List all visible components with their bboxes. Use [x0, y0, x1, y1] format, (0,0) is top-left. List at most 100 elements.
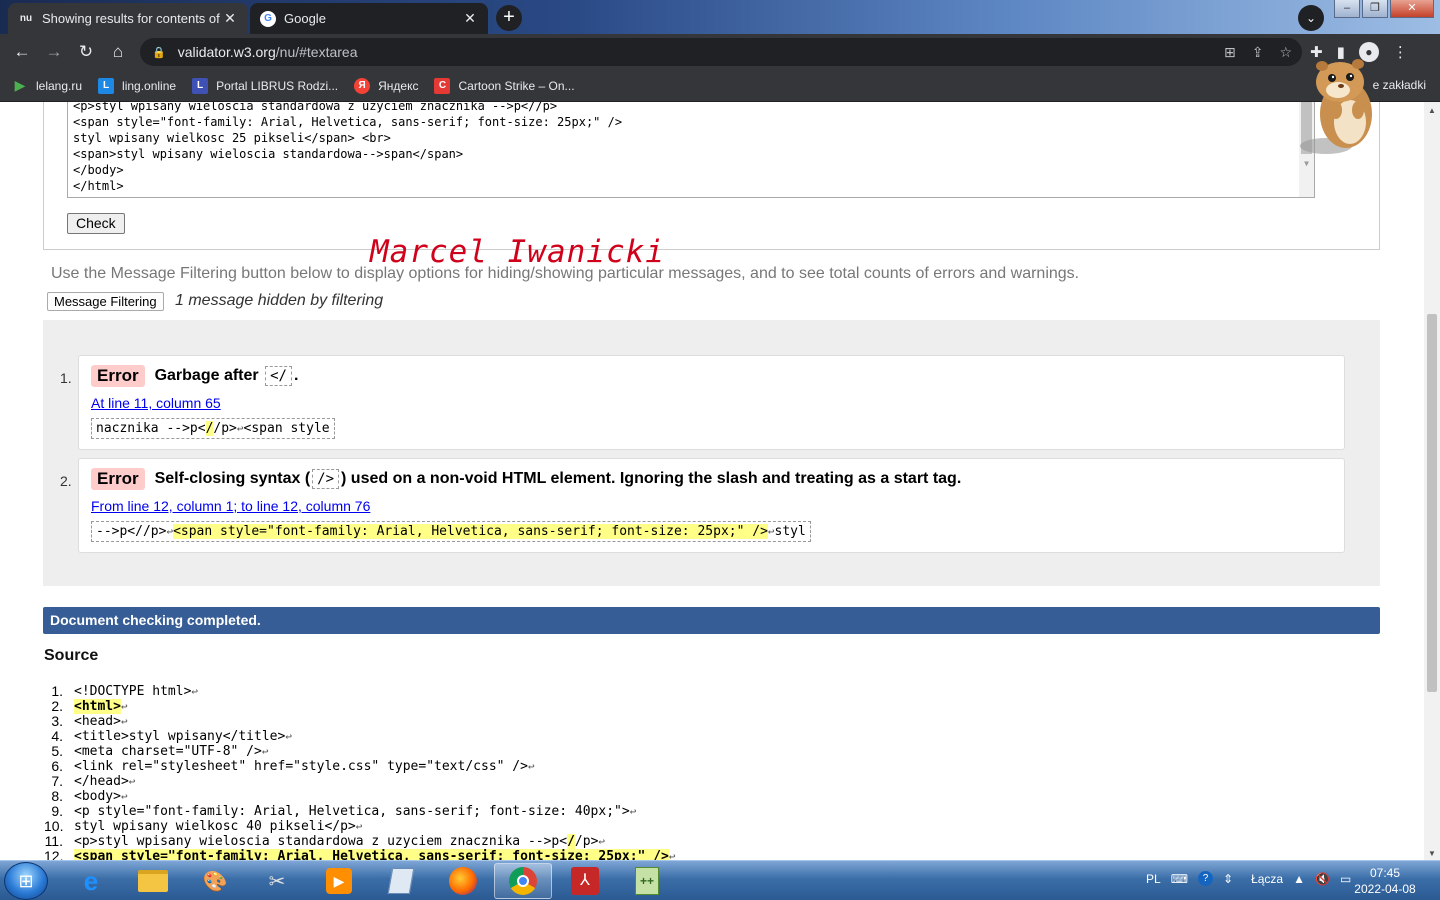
- page-scroll-thumb[interactable]: [1427, 314, 1437, 692]
- scroll-up-icon[interactable]: ▲: [1424, 106, 1440, 115]
- home-icon[interactable]: ⌂: [102, 42, 134, 62]
- close-tab-icon[interactable]: ✕: [462, 10, 478, 27]
- bookmark-star-icon[interactable]: ☆: [1279, 44, 1292, 61]
- keyboard-icon[interactable]: ⌨: [1171, 872, 1188, 886]
- bookmark-lelang[interactable]: ▶ lelang.ru: [12, 77, 82, 94]
- source-line: 4. <title>styl wpisany</title>↩: [44, 729, 675, 745]
- input-form: <p>styl wpisany wieloscia standardowa z …: [43, 102, 1380, 250]
- bookmark-ling-online[interactable]: Lling.online: [98, 77, 176, 94]
- notepad-plus-plus-icon[interactable]: ++: [618, 863, 676, 899]
- check-button[interactable]: Check: [67, 213, 125, 234]
- system-clock[interactable]: 07:45 2022-04-08: [1350, 865, 1420, 897]
- code-highlight: <html>: [74, 699, 121, 714]
- source-line-number: 2.: [51, 698, 63, 714]
- return-glyph: ↩: [668, 850, 676, 860]
- extract-post: /p>: [213, 421, 237, 436]
- maximize-button[interactable]: ❐: [1362, 0, 1388, 18]
- windows-taskbar: ⊞ e 🎨 ✂ ▶ ⅄ ++ PL ⌨ ? ⇕ Łącza ▲ 🔇 ▭ 07:4…: [0, 860, 1440, 900]
- source-line-number: 5.: [51, 743, 63, 759]
- tab-search-button[interactable]: ⌄: [1298, 5, 1324, 31]
- code-highlight: /: [567, 834, 575, 849]
- google-favicon-icon: G: [260, 10, 276, 27]
- internet-explorer-icon[interactable]: e: [62, 863, 120, 899]
- source-line: 7. </head>↩: [44, 774, 675, 790]
- new-tab-button[interactable]: +: [496, 5, 522, 31]
- forward-arrow-icon[interactable]: →: [38, 42, 70, 62]
- source-line-code: <meta charset="UTF-8" />↩: [74, 744, 268, 759]
- url-path: /nu/#textarea: [275, 44, 358, 60]
- tab-validator[interactable]: nu Showing results for contents of te ✕: [8, 3, 248, 34]
- url-text: validator.w3.org/nu/#textarea: [178, 44, 358, 60]
- clock-time: 07:45: [1369, 866, 1401, 880]
- source-textarea[interactable]: <p>styl wpisany wieloscia standardowa z …: [67, 102, 1315, 198]
- message-filtering-button[interactable]: Message Filtering: [47, 292, 164, 311]
- source-line: 11. <p>styl wpisany wieloscia standardowa…: [44, 834, 675, 849]
- address-bar[interactable]: 🔒 validator.w3.org/nu/#textarea ⊞ ⇪ ☆: [140, 38, 1302, 66]
- volume-muted-icon[interactable]: 🔇: [1315, 872, 1330, 886]
- message-code: />: [312, 469, 340, 489]
- language-indicator[interactable]: PL: [1146, 872, 1161, 886]
- source-line: 9. <p style="font-family: Arial, Helvetic…: [44, 804, 675, 820]
- source-line-code: <body>↩: [74, 789, 128, 804]
- notepad-icon[interactable]: [372, 863, 430, 899]
- paint-icon[interactable]: 🎨: [186, 863, 244, 899]
- other-bookmarks[interactable]: e zakładki: [1373, 78, 1426, 92]
- return-glyph: ↩: [261, 745, 269, 758]
- acrobat-icon[interactable]: ⅄: [556, 863, 614, 899]
- cartoon-strike-icon: C: [434, 77, 451, 94]
- source-line-number: 3.: [51, 713, 63, 729]
- tab-google[interactable]: G Google ✕: [250, 3, 488, 34]
- textarea-line: </body>: [73, 163, 124, 177]
- lock-icon: 🔒: [152, 46, 166, 59]
- media-player-icon[interactable]: ▶: [310, 863, 368, 899]
- bookmark-librus[interactable]: L Portal LIBRUS Rodzi...: [192, 77, 338, 94]
- page-scrollbar[interactable]: ▲ ▼: [1424, 102, 1440, 860]
- source-line-code: <!DOCTYPE html>↩: [74, 684, 198, 699]
- close-window-button[interactable]: ✕: [1390, 0, 1434, 18]
- help-icon[interactable]: ?: [1198, 871, 1214, 886]
- reload-icon[interactable]: ↻: [70, 42, 102, 62]
- message-text: Garbage after: [154, 367, 259, 384]
- start-button-icon[interactable]: ⊞: [4, 862, 48, 900]
- source-line-code: <p>styl wpisany wieloscia standardowa z …: [74, 834, 605, 849]
- code-text: <meta charset="UTF-8" />: [74, 744, 262, 759]
- nu-favicon-icon: nu: [19, 13, 33, 24]
- share-icon[interactable]: ⇪: [1252, 44, 1264, 61]
- textarea-line: <span>styl wpisany wieloscia standardowa…: [73, 147, 464, 161]
- hidden-message-count: 1 message hidden by filtering: [175, 292, 384, 309]
- error-message-1: 1. Error Garbage after </. At line 11, c…: [60, 355, 1345, 450]
- minimize-button[interactable]: –: [1334, 0, 1360, 18]
- source-line: 1. <!DOCTYPE html>↩: [44, 684, 675, 700]
- window-controls: – ❐ ✕: [1332, 0, 1434, 18]
- scroll-down-icon[interactable]: ▼: [1299, 156, 1314, 172]
- close-tab-icon[interactable]: ✕: [222, 10, 238, 27]
- bookmark-label: Cartoon Strike – On...: [458, 78, 575, 93]
- translate-icon[interactable]: ⊞: [1224, 44, 1236, 61]
- message-text-after: ) used on a non-void HTML element. Ignor…: [341, 470, 962, 487]
- menu-kebab-icon[interactable]: ⋮: [1393, 43, 1408, 61]
- bookmark-cartoon-strike[interactable]: C Cartoon Strike – On...: [434, 77, 575, 94]
- play-icon: ▶: [14, 77, 26, 93]
- bookmark-yandex[interactable]: Я Яндекс: [354, 77, 418, 94]
- code-text: <p>styl wpisany wieloscia standardowa z …: [74, 834, 568, 849]
- source-line-code: <html>↩: [74, 699, 128, 714]
- message-text: Self-closing syntax (: [154, 470, 311, 487]
- firefox-icon[interactable]: [434, 863, 492, 899]
- return-glyph: ↩: [120, 700, 128, 713]
- ling-online-icon: L: [98, 77, 115, 94]
- code-highlight: <span style="font-family: Arial, Helveti…: [74, 849, 669, 860]
- error-location-link[interactable]: At line 11, column 65: [91, 395, 221, 411]
- chrome-icon[interactable]: [494, 863, 552, 899]
- tray-arrows-icon[interactable]: ⇕: [1223, 872, 1233, 886]
- return-glyph: ↩: [355, 820, 363, 833]
- source-line: 3. <head>↩: [44, 713, 675, 730]
- network-status[interactable]: Łącza: [1251, 872, 1283, 886]
- scroll-down-icon[interactable]: ▼: [1424, 849, 1440, 858]
- system-tray: PL ⌨ ? ⇕ Łącza ▲ 🔇 ▭: [1146, 871, 1351, 886]
- file-explorer-icon[interactable]: [124, 863, 182, 899]
- snipping-tool-icon[interactable]: ✂: [248, 863, 306, 899]
- show-hidden-icons-icon[interactable]: ▲: [1293, 872, 1305, 886]
- source-line-number: 8.: [51, 788, 63, 804]
- error-location-link[interactable]: From line 12, column 1; to line 12, colu…: [91, 498, 370, 514]
- back-arrow-icon[interactable]: ←: [6, 42, 38, 62]
